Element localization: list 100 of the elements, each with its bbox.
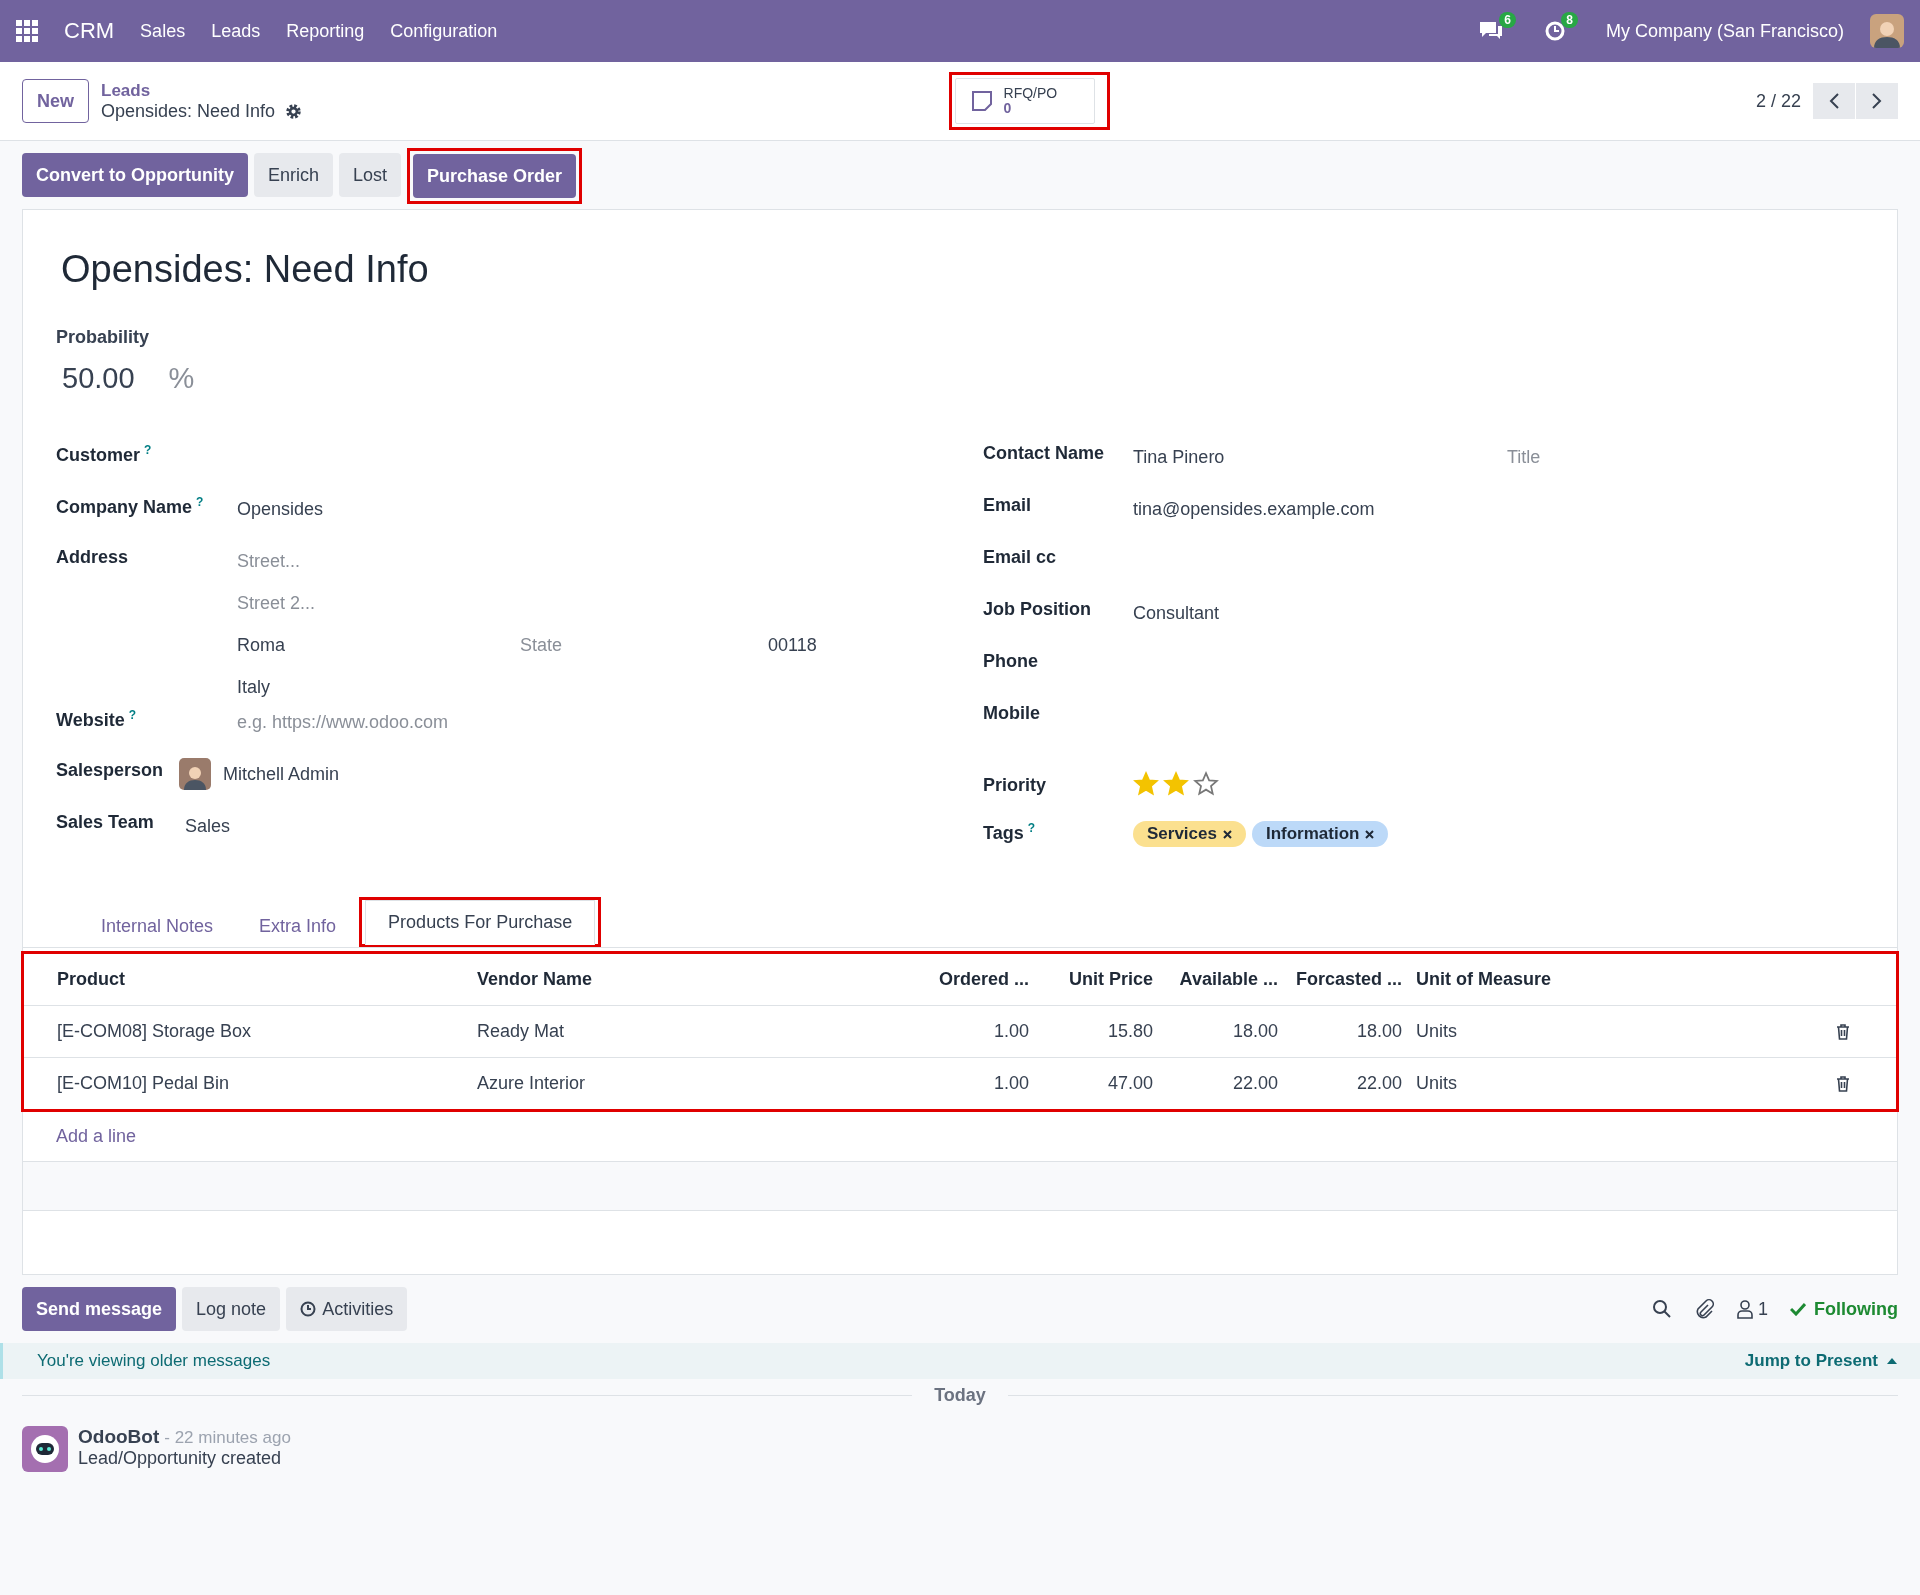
following-button[interactable]: Following bbox=[1790, 1298, 1898, 1320]
column-header[interactable]: Unit of Measure bbox=[1402, 969, 1836, 990]
input-field[interactable]: Title bbox=[1507, 447, 1657, 468]
action-button[interactable]: Convert to Opportunity bbox=[22, 153, 248, 197]
input-field[interactable]: State bbox=[520, 635, 670, 656]
breadcrumb-link[interactable]: Leads bbox=[101, 80, 303, 101]
activities-button[interactable]: Activities bbox=[286, 1287, 408, 1331]
field-value[interactable]: Roma bbox=[237, 635, 520, 656]
field-value[interactable]: Sales bbox=[185, 812, 983, 837]
field-label: Customer $^{?}$ bbox=[56, 443, 152, 466]
table-cell-text: 1.00 bbox=[992, 1073, 1029, 1094]
app-name[interactable]: CRM bbox=[64, 18, 115, 44]
table-cell-text: Units bbox=[1415, 1021, 1458, 1042]
field-value[interactable]: Tina Pinero bbox=[1133, 447, 1507, 468]
follower-count[interactable]: 1 bbox=[1758, 1298, 1768, 1320]
column-header[interactable]: Vendor Name bbox=[477, 969, 847, 990]
clock-icon bbox=[300, 1301, 317, 1317]
date-divider: Today bbox=[934, 1385, 986, 1406]
star-icon[interactable] bbox=[1193, 771, 1219, 797]
input-field[interactable]: e.g. https://www.odoo.com bbox=[237, 712, 617, 733]
field-label: Contact Name bbox=[983, 443, 1105, 464]
table-cell-text: [E-COM08] Storage Box bbox=[57, 1021, 253, 1042]
paperclip-icon[interactable] bbox=[1694, 1298, 1714, 1320]
app-grid-icon[interactable] bbox=[16, 20, 38, 42]
action-button[interactable]: Lost bbox=[339, 153, 402, 197]
field-value[interactable]: 00118 bbox=[768, 635, 983, 656]
message-body: Lead/Opportunity created bbox=[78, 1448, 283, 1469]
next-button[interactable] bbox=[1856, 83, 1898, 119]
company-name[interactable]: My Company (San Francisco) bbox=[1605, 20, 1844, 42]
record-name: Opensides: Need Info bbox=[101, 100, 276, 122]
star-icon[interactable] bbox=[1133, 771, 1159, 797]
table-cell-text: Azure Interior bbox=[477, 1073, 587, 1094]
remove-icon[interactable] bbox=[1222, 829, 1232, 839]
field-label: Company Name $^{?}$ bbox=[56, 495, 204, 518]
menu-item[interactable]: Configuration bbox=[390, 20, 498, 42]
rfq-po-smart-button[interactable]: RFQ/PO 0 bbox=[954, 78, 1095, 124]
action-button[interactable]: Enrich bbox=[254, 153, 333, 197]
note-icon bbox=[969, 89, 994, 113]
field-label: Mobile bbox=[983, 703, 1040, 724]
log-note-button[interactable]: Log note bbox=[182, 1287, 281, 1331]
clock-icon[interactable] bbox=[1543, 20, 1566, 42]
field-label: Sales Team bbox=[56, 812, 154, 833]
tab[interactable]: Products For Purchase bbox=[365, 900, 596, 945]
tab[interactable]: Extra Info bbox=[236, 905, 360, 948]
tag[interactable]: Information bbox=[1251, 821, 1389, 847]
caret-up-icon bbox=[1886, 1357, 1898, 1365]
column-header[interactable]: Forcasted ... bbox=[1278, 969, 1402, 990]
person-icon[interactable] bbox=[1736, 1299, 1754, 1319]
table-cell-text: 47.00 bbox=[1106, 1073, 1153, 1094]
column-header[interactable]: Available ... bbox=[1153, 969, 1278, 990]
probability-value[interactable]: 50.00 bbox=[62, 362, 135, 395]
previous-button[interactable] bbox=[1813, 83, 1855, 119]
message-time: - 22 minutes ago bbox=[164, 1428, 291, 1447]
field-label: Job Position bbox=[983, 599, 1091, 620]
bot-avatar bbox=[22, 1426, 68, 1472]
trash-icon[interactable] bbox=[1836, 1075, 1850, 1092]
search-icon[interactable] bbox=[1652, 1299, 1672, 1319]
count-badge: 8 bbox=[1561, 12, 1578, 28]
table-cell-text: 22.00 bbox=[1231, 1073, 1278, 1094]
column-header[interactable]: Ordered ... bbox=[847, 969, 1029, 990]
send-message-button[interactable]: Send message bbox=[22, 1287, 177, 1331]
field-value[interactable]: Mitchell Admin bbox=[223, 763, 340, 785]
column-header[interactable]: Unit Price bbox=[1029, 969, 1153, 990]
table-cell-text: [E-COM10] Pedal Bin bbox=[57, 1073, 231, 1094]
tag[interactable]: Services bbox=[1133, 821, 1246, 847]
field-label: Priority bbox=[983, 775, 1047, 796]
jump-to-present-link[interactable]: Jump to Present bbox=[1744, 1351, 1898, 1371]
menu-item[interactable]: Sales bbox=[140, 20, 186, 42]
table-cell-text: Units bbox=[1415, 1073, 1458, 1094]
action-button[interactable]: Purchase Order bbox=[413, 154, 577, 198]
field-label: Address bbox=[56, 547, 129, 568]
table-cell-text: 18.00 bbox=[1355, 1021, 1402, 1042]
field-value[interactable]: Italy bbox=[237, 677, 983, 698]
column-header[interactable]: Product bbox=[57, 969, 477, 990]
table-cell-text: 18.00 bbox=[1231, 1021, 1278, 1042]
trash-icon[interactable] bbox=[1836, 1023, 1850, 1040]
count-badge: 6 bbox=[1499, 12, 1516, 28]
star-icon[interactable] bbox=[1163, 771, 1189, 797]
user-avatar[interactable] bbox=[1870, 14, 1904, 48]
input-field[interactable]: Street 2... bbox=[237, 593, 477, 614]
message-author[interactable]: OdooBot bbox=[78, 1426, 160, 1447]
input-field[interactable]: Street... bbox=[237, 551, 477, 572]
field-value[interactable]: tina@opensides.example.com bbox=[1133, 495, 1864, 520]
settings-icon[interactable] bbox=[285, 102, 303, 120]
remove-icon[interactable] bbox=[1365, 829, 1375, 839]
new-button[interactable]: New bbox=[22, 79, 89, 123]
field-label: Probability bbox=[55, 326, 150, 348]
field-value[interactable]: Opensides bbox=[237, 495, 983, 520]
pager-counter: 2 / 22 bbox=[1755, 90, 1801, 112]
tab[interactable]: Internal Notes bbox=[78, 905, 237, 948]
field-label: Salesperson bbox=[56, 760, 164, 781]
field-value[interactable]: Consultant bbox=[1133, 599, 1864, 624]
field-label: Website $^{?}$ bbox=[56, 708, 137, 731]
field-label: Email cc bbox=[983, 547, 1057, 568]
add-line-link[interactable]: Add a line bbox=[56, 1126, 137, 1146]
percent-unit: % bbox=[168, 362, 195, 395]
menu-item[interactable]: Leads bbox=[211, 20, 261, 42]
banner-text: You're viewing older messages bbox=[37, 1351, 271, 1371]
menu-item[interactable]: Reporting bbox=[286, 20, 365, 42]
checkmark-icon bbox=[1790, 1302, 1806, 1316]
